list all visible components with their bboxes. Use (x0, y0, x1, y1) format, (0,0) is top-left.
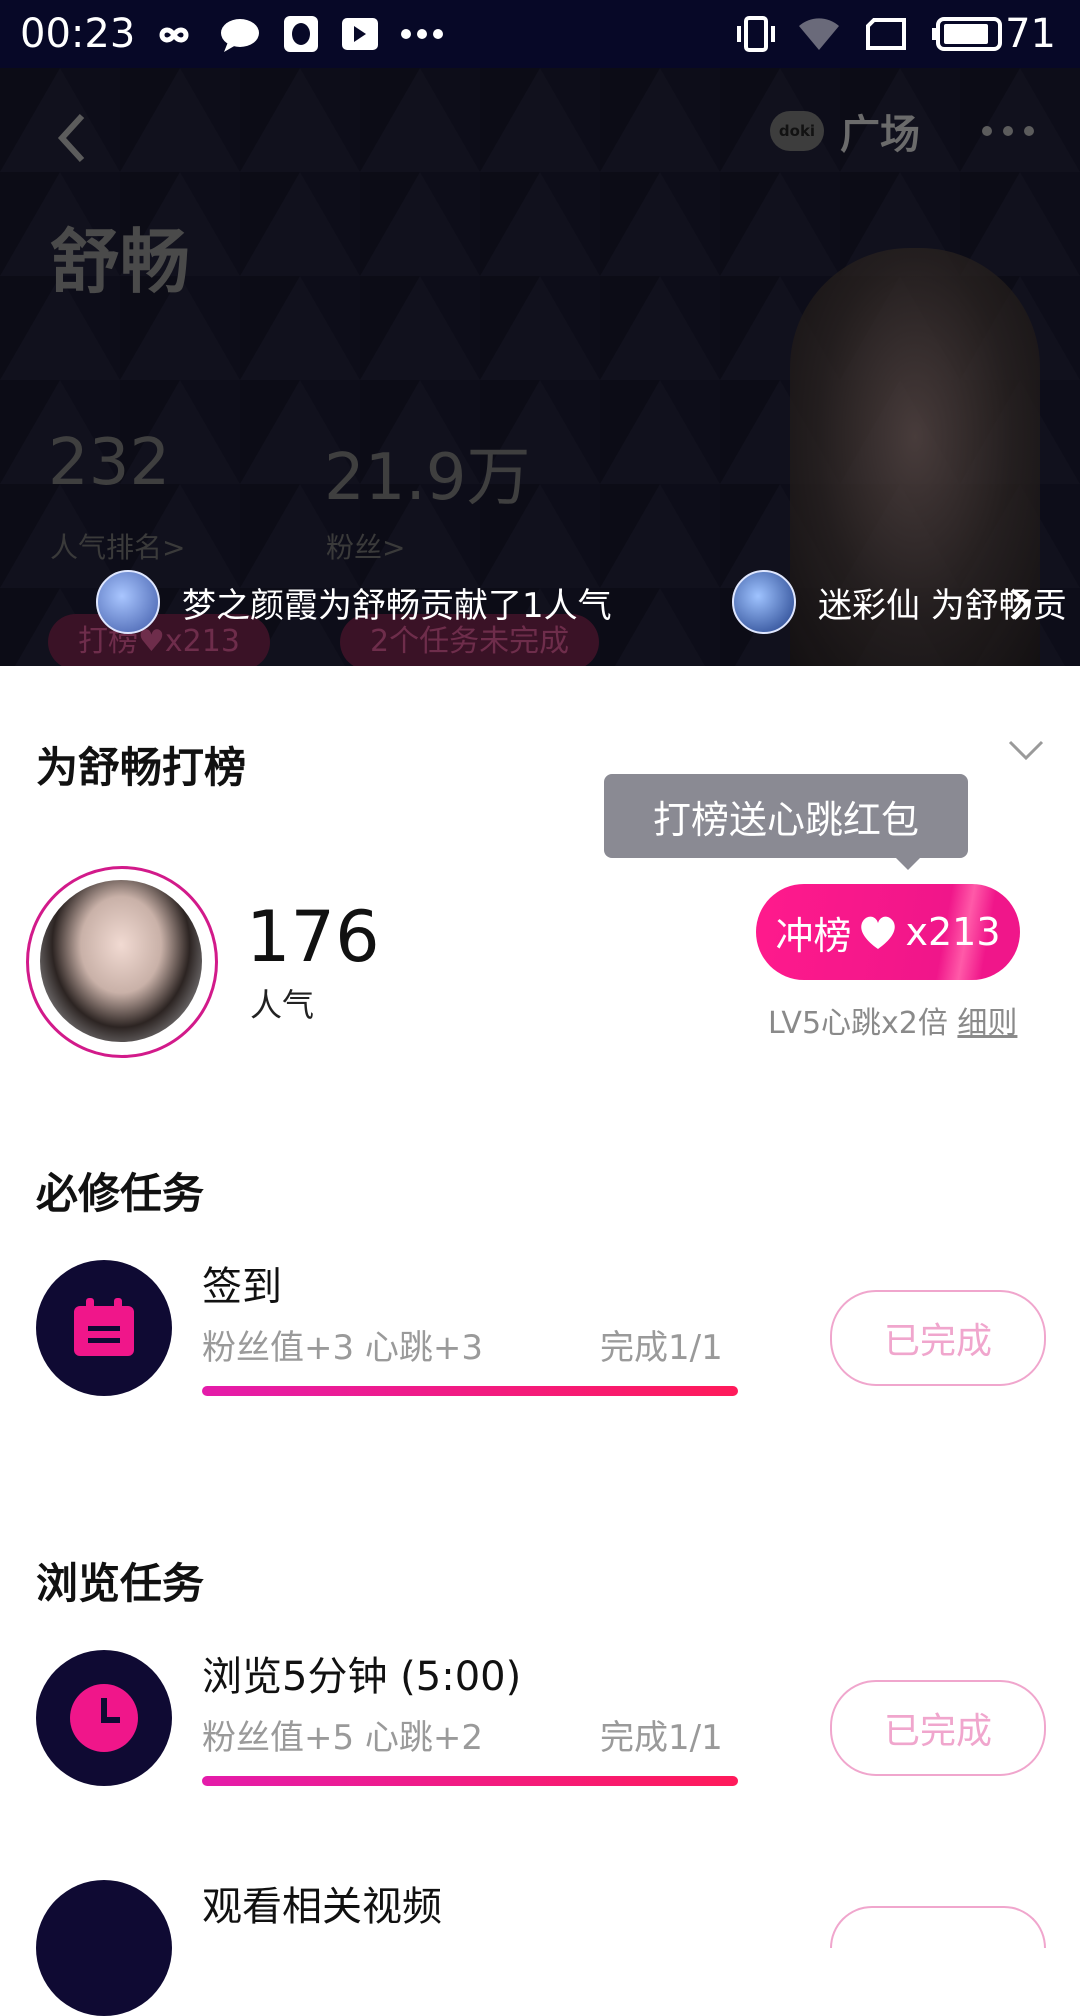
task-reward: 粉丝值+3 心跳+3 (202, 1328, 484, 1368)
status-time: 00:23 (20, 11, 136, 57)
doki-logo-icon: doki (770, 111, 824, 151)
back-arrow-icon[interactable] (52, 108, 92, 168)
required-tasks-title: 必修任务 (36, 1169, 205, 1218)
infinity-icon (159, 27, 189, 43)
tooltip-tail (894, 856, 922, 870)
rank-boost-button[interactable]: 冲榜 x213 (756, 884, 1020, 980)
heart-icon (861, 916, 896, 949)
popularity-rank-link[interactable]: 人气排名> (50, 526, 185, 566)
plaza-link[interactable]: doki 广场 (770, 102, 920, 160)
level-text: LV5心跳x2倍 (768, 1006, 948, 1041)
clock-icon (36, 1650, 172, 1786)
rank-section-title: 为舒畅打榜 (36, 743, 247, 792)
plaza-label: 广场 (840, 112, 920, 158)
task-progress-fill (202, 1386, 738, 1396)
task-done-button[interactable]: 已完成 (830, 1680, 1046, 1776)
task-progress-fill (202, 1776, 738, 1786)
vibrate-icon (737, 16, 775, 52)
rank-boost-count: x213 (905, 910, 1001, 954)
fans-count-value: 21.9万 (324, 441, 531, 515)
star-avatar[interactable] (40, 880, 202, 1042)
star-name: 舒畅 (50, 221, 190, 303)
battery-icon (932, 17, 1002, 51)
fans-link[interactable]: 粉丝> (326, 526, 405, 566)
ticker-avatar (96, 570, 160, 634)
sim-icon (866, 18, 906, 50)
task-name: 观看相关视频 (202, 1884, 442, 1930)
level-info: LV5心跳x2倍 细则 (768, 998, 1017, 1042)
task-reward: 粉丝值+5 心跳+2 (202, 1718, 484, 1758)
task-button-partial[interactable] (830, 1906, 1046, 1948)
wifi-icon (799, 18, 839, 50)
popularity-rank-value: 232 (48, 426, 171, 500)
ticker-avatar (732, 570, 796, 634)
task-name: 签到 (202, 1264, 282, 1310)
task-done-button[interactable]: 已完成 (830, 1290, 1046, 1386)
video-icon (36, 1880, 172, 2016)
calendar-icon (36, 1260, 172, 1396)
video-call-icon (342, 18, 378, 50)
popularity-value: 176 (246, 896, 380, 978)
chevron-right-icon[interactable] (1004, 584, 1034, 624)
more-options-icon[interactable] (980, 124, 1036, 138)
qq-icon (284, 16, 318, 52)
battery-level: 71 (1005, 11, 1056, 57)
status-bar: 00:23 71 (0, 0, 1080, 68)
task-progress-bar (202, 1776, 738, 1786)
chat-bubble-icon (221, 19, 259, 52)
promo-tooltip: 打榜送心跳红包 (604, 774, 968, 858)
rank-boost-label: 冲榜 (775, 913, 852, 958)
ticker-item: 梦之颜霞为舒畅贡献了1人气 (96, 570, 612, 634)
rules-link[interactable]: 细则 (957, 1006, 1017, 1041)
task-progress-bar (202, 1386, 738, 1396)
more-notifications-icon (401, 29, 443, 39)
star-header: doki 广场 舒畅 232 人气排名> 21.9万 粉丝> 打榜♥x213 2… (0, 68, 1080, 666)
task-progress-text: 完成1/1 (600, 1718, 723, 1758)
browse-tasks-title: 浏览任务 (36, 1559, 205, 1608)
task-name: 浏览5分钟 (5:00) (202, 1654, 522, 1700)
ticker-text: 梦之颜霞为舒畅贡献了1人气 (182, 585, 612, 626)
task-progress-text: 完成1/1 (600, 1328, 723, 1368)
popularity-label: 人气 (250, 986, 315, 1024)
chevron-down-icon[interactable] (1006, 738, 1046, 762)
